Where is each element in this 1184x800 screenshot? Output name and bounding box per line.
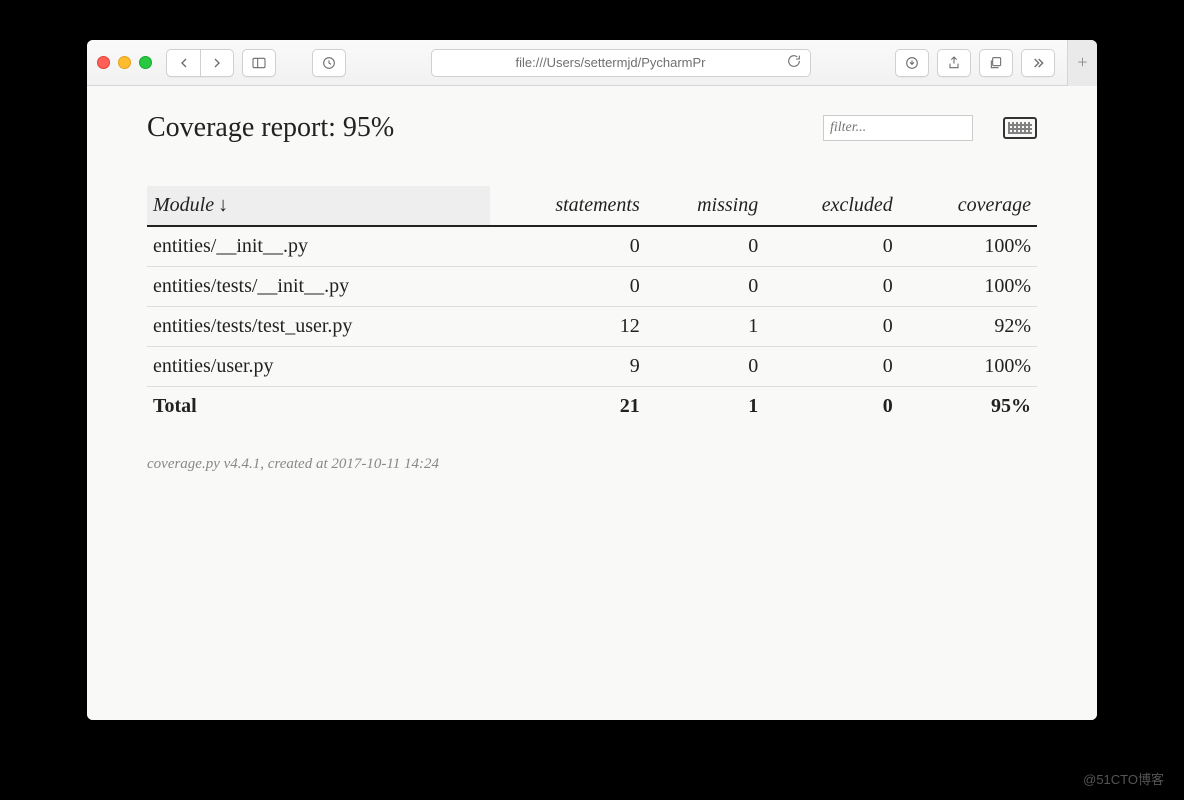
chevron-right-icon (209, 55, 225, 71)
browser-window: file:///Users/settermjd/PycharmPr + Cove… (87, 40, 1097, 720)
total-row: Total 21 1 0 95% (147, 387, 1037, 427)
watermark: @51CTO博客 (1083, 769, 1164, 788)
page-content: Coverage report: 95% Module↓ statements … (87, 86, 1097, 720)
table-row[interactable]: entities/user.py 9 0 0 100% (147, 347, 1037, 387)
forward-button[interactable] (200, 49, 234, 77)
table-row[interactable]: entities/tests/test_user.py 12 1 0 92% (147, 307, 1037, 347)
table-row[interactable]: entities/__init__.py 0 0 0 100% (147, 226, 1037, 267)
sidebar-icon (251, 55, 267, 71)
table-row[interactable]: entities/tests/__init__.py 0 0 0 100% (147, 267, 1037, 307)
col-excluded[interactable]: excluded (764, 186, 899, 226)
coverage-table: Module↓ statements missing excluded cove… (147, 186, 1037, 426)
history-button[interactable] (312, 49, 346, 77)
col-module[interactable]: Module↓ (147, 186, 490, 226)
traffic-lights (97, 56, 152, 69)
col-statements[interactable]: statements (490, 186, 646, 226)
minimize-button[interactable] (118, 56, 131, 69)
sort-arrow-icon: ↓ (218, 194, 228, 216)
address-bar[interactable]: file:///Users/settermjd/PycharmPr (431, 49, 811, 77)
col-coverage[interactable]: coverage (899, 186, 1037, 226)
reload-icon[interactable] (786, 53, 802, 72)
chevrons-right-icon (1030, 55, 1046, 71)
back-button[interactable] (166, 49, 200, 77)
chevron-left-icon (176, 55, 192, 71)
share-icon (946, 55, 962, 71)
sidebar-button[interactable] (242, 49, 276, 77)
filter-input[interactable] (823, 115, 973, 141)
new-tab-button[interactable]: + (1067, 40, 1097, 86)
download-icon (904, 55, 920, 71)
footer-text: coverage.py v4.4.1, created at 2017-10-1… (147, 456, 1037, 473)
tabs-button[interactable] (979, 49, 1013, 77)
page-title: Coverage report: 95% (147, 112, 394, 144)
downloads-button[interactable] (895, 49, 929, 77)
keyboard-icon[interactable] (1003, 117, 1037, 139)
more-button[interactable] (1021, 49, 1055, 77)
col-missing[interactable]: missing (646, 186, 764, 226)
clock-icon (321, 55, 337, 71)
close-button[interactable] (97, 56, 110, 69)
tabs-icon (988, 55, 1004, 71)
titlebar: file:///Users/settermjd/PycharmPr + (87, 40, 1097, 86)
maximize-button[interactable] (139, 56, 152, 69)
share-button[interactable] (937, 49, 971, 77)
address-text: file:///Users/settermjd/PycharmPr (516, 55, 706, 70)
